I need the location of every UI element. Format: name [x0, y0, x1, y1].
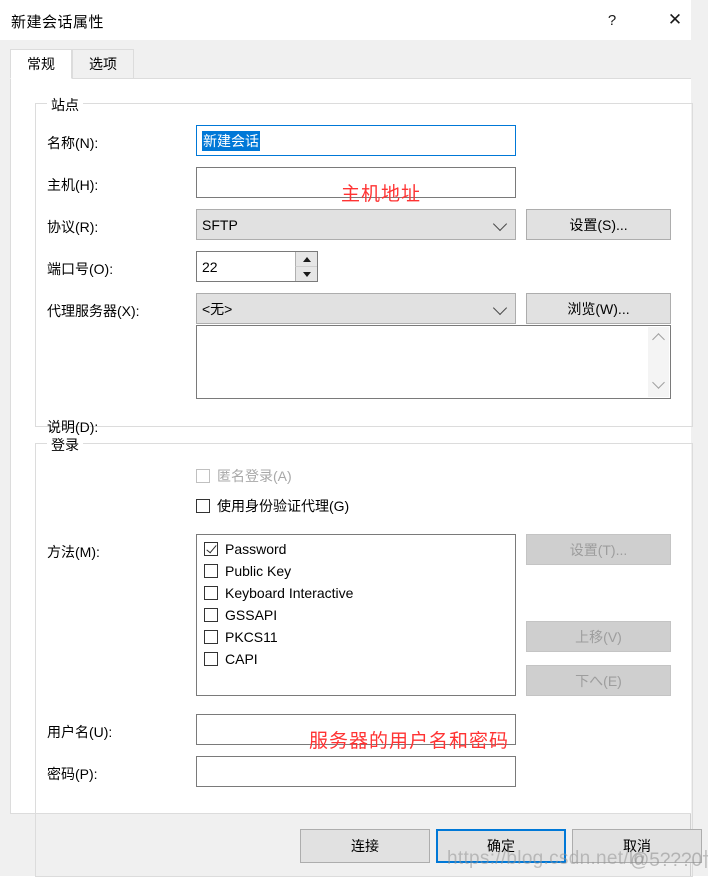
protocol-label: 协议(R):	[47, 217, 98, 237]
name-input[interactable]: 新建会话	[196, 125, 516, 156]
description-label: 说明(D):	[47, 417, 98, 437]
host-annotation: 主机地址	[341, 179, 421, 206]
proxy-browse-button[interactable]: 浏览(W)...	[526, 293, 671, 324]
password-label: 密码(P):	[47, 764, 98, 784]
watermark-logo: @5???0博客	[630, 845, 708, 872]
method-settings-button: 设置(T)...	[526, 534, 671, 565]
username-label: 用户名(U):	[47, 722, 112, 742]
window-title: 新建会话属性	[11, 11, 104, 32]
method-label-gssapi: GSSAPI	[225, 607, 277, 623]
name-label: 名称(N):	[47, 133, 98, 153]
method-checkbox-capi[interactable]	[204, 652, 218, 666]
close-icon[interactable]: ✕	[652, 0, 698, 40]
watermark-url: https://blog.csdn.net/lo	[447, 848, 644, 870]
description-textarea[interactable]	[196, 325, 671, 399]
method-checkbox-public-key[interactable]	[204, 564, 218, 578]
proxy-select[interactable]: <无>	[196, 293, 516, 324]
protocol-select-value: SFTP	[202, 217, 238, 233]
anonymous-login-checkbox	[196, 469, 210, 483]
login-group: 登录 匿名登录(A) 使用身份验证代理(G) 方法(M): Password	[35, 443, 693, 877]
method-checkbox-pkcs11[interactable]	[204, 630, 218, 644]
password-input[interactable]	[196, 756, 516, 787]
proxy-label: 代理服务器(X):	[47, 301, 140, 321]
method-checkbox-keyboard-interactive[interactable]	[204, 586, 218, 600]
move-up-button: 上移(V)	[526, 621, 671, 652]
port-stepper-buttons	[295, 252, 317, 281]
method-label-capi: CAPI	[225, 651, 258, 667]
auth-agent-checkbox-row[interactable]: 使用身份验证代理(G)	[196, 496, 349, 516]
method-listbox[interactable]: Password Public Key Keyboard Interactive…	[196, 534, 516, 696]
method-item[interactable]: PKCS11	[204, 629, 515, 645]
method-item[interactable]: Password	[204, 541, 515, 557]
method-label-pkcs11: PKCS11	[225, 629, 278, 645]
triangle-up-icon	[303, 257, 311, 262]
method-label: 方法(M):	[47, 542, 100, 562]
background-window-right-sliver	[691, 0, 708, 876]
title-bar: 新建会话属性 ? ✕	[0, 0, 691, 40]
chevron-down-icon	[493, 300, 507, 314]
port-label: 端口号(O):	[47, 259, 113, 279]
method-label-password: Password	[225, 541, 286, 557]
auth-agent-label: 使用身份验证代理(G)	[217, 496, 349, 516]
tab-strip: 常规 选项	[0, 40, 691, 79]
method-item[interactable]: Keyboard Interactive	[204, 585, 515, 601]
auth-agent-checkbox[interactable]	[196, 499, 210, 513]
help-icon[interactable]: ?	[589, 0, 635, 40]
site-group-title: 站点	[47, 95, 83, 115]
method-item[interactable]: Public Key	[204, 563, 515, 579]
protocol-select[interactable]: SFTP	[196, 209, 516, 240]
port-increment-button[interactable]	[295, 252, 317, 266]
login-group-title: 登录	[47, 435, 83, 455]
proxy-select-value: <无>	[202, 299, 232, 319]
anonymous-login-label: 匿名登录(A)	[217, 466, 292, 486]
scroll-up-icon[interactable]	[652, 333, 665, 346]
host-label: 主机(H):	[47, 175, 98, 195]
method-item[interactable]: GSSAPI	[204, 607, 515, 623]
anonymous-login-checkbox-row: 匿名登录(A)	[196, 466, 292, 486]
tab-options[interactable]: 选项	[72, 49, 134, 79]
method-checkbox-gssapi[interactable]	[204, 608, 218, 622]
port-stepper[interactable]: 22	[196, 251, 318, 282]
method-label-public-key: Public Key	[225, 563, 291, 579]
name-input-value: 新建会话	[202, 131, 260, 151]
method-item[interactable]: CAPI	[204, 651, 515, 667]
scroll-down-icon[interactable]	[652, 376, 665, 389]
connect-button[interactable]: 连接	[300, 829, 430, 863]
tab-general[interactable]: 常规	[10, 49, 72, 79]
site-group: 站点 名称(N): 新建会话 主机(H): 协议(R): SFTP 设置(S).…	[35, 103, 693, 427]
port-input-value: 22	[202, 259, 218, 275]
triangle-down-icon	[303, 272, 311, 277]
chevron-down-icon	[493, 216, 507, 230]
port-decrement-button[interactable]	[295, 266, 317, 281]
credentials-annotation: 服务器的用户名和密码	[309, 726, 509, 753]
description-scrollbar[interactable]	[648, 327, 669, 397]
protocol-settings-button[interactable]: 设置(S)...	[526, 209, 671, 240]
move-down-button: 下へ(E)	[526, 665, 671, 696]
method-checkbox-password[interactable]	[204, 542, 218, 556]
method-label-keyboard-interactive: Keyboard Interactive	[225, 585, 353, 601]
